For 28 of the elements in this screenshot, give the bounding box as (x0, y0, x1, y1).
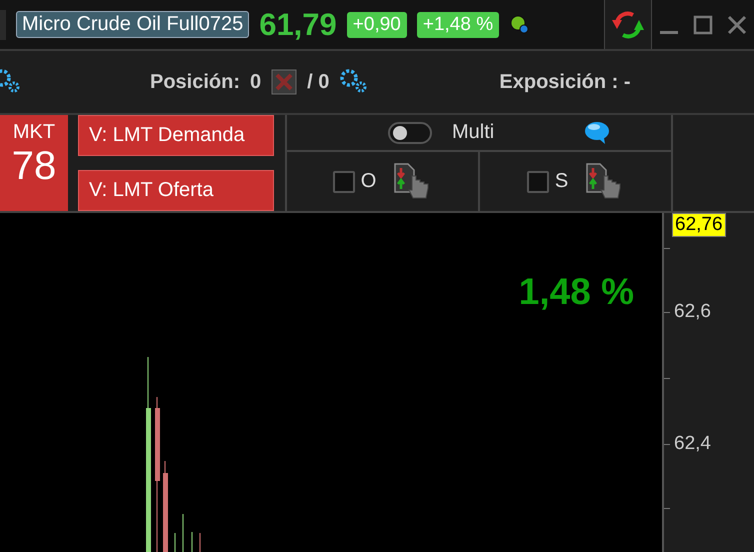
close-icon[interactable] (726, 14, 748, 36)
checkbox[interactable] (332, 170, 355, 192)
position-label: Posición: (150, 70, 240, 94)
checkbox[interactable] (526, 170, 549, 192)
multi-toggle[interactable] (388, 122, 432, 144)
limit-order-button[interactable]: V: LMT Oferta (78, 170, 274, 211)
last-price: 61,79 (259, 6, 337, 42)
candlestick (174, 532, 176, 552)
price-marker: 62,76 (672, 213, 726, 237)
chat-bubble-icon[interactable] (584, 120, 610, 144)
multi-label: Multi (452, 121, 494, 144)
axis-label: 62,6 (674, 301, 711, 323)
instrument-name[interactable]: Micro Crude Oil Full0725 (16, 11, 250, 38)
change-percent: +1,48 % (416, 12, 500, 38)
option-label: O (360, 170, 376, 193)
maximize-icon[interactable] (692, 14, 714, 36)
change-value: +0,90 (346, 12, 407, 38)
option-label: S (554, 170, 568, 193)
market-order-button[interactable]: MKT 78 (0, 115, 68, 211)
change-percent-overlay: 1,48 % (518, 271, 634, 313)
exposure-label: Exposición : - (499, 70, 631, 94)
close-position-icon[interactable] (271, 69, 298, 95)
limit-order-button[interactable]: V: LMT Demanda (78, 115, 274, 156)
position-value: 0 (250, 70, 262, 94)
refresh-button[interactable] (604, 0, 652, 49)
position-total: / 0 (307, 70, 330, 94)
axis-label: 62,4 (674, 433, 711, 455)
candlestick (182, 514, 184, 552)
